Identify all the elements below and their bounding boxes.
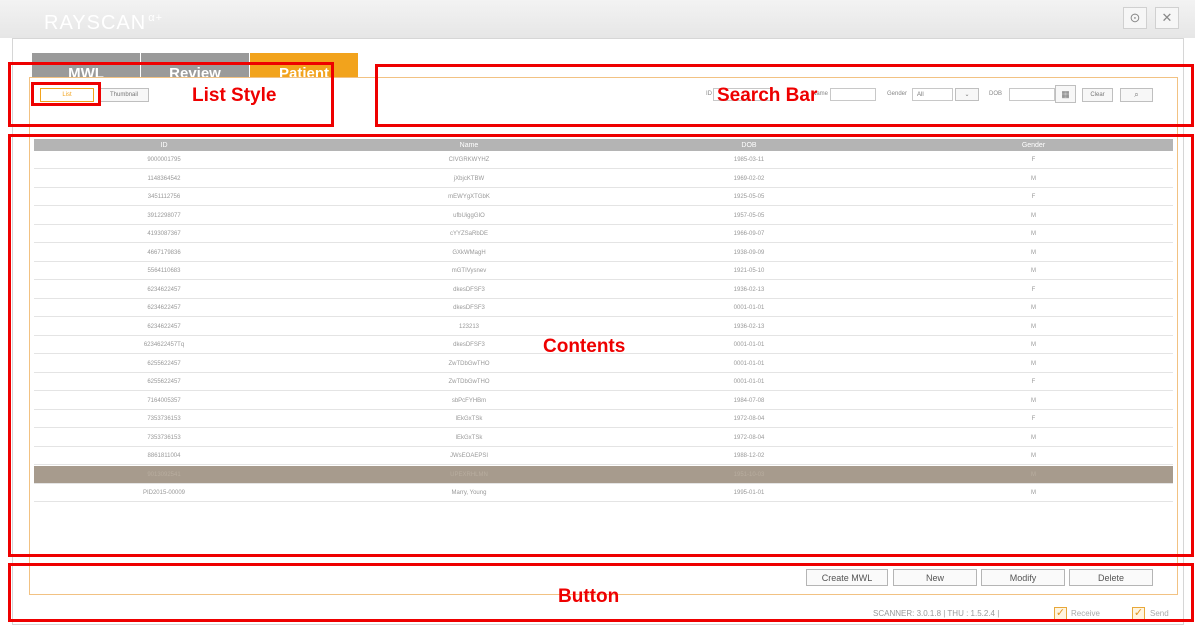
close-icon[interactable]: ✕ (1155, 7, 1179, 29)
list-button-annotation-box (31, 82, 101, 106)
title-bar: RAYSCAN α+ ⊙ ✕ (0, 0, 1195, 38)
search-bar-annotation-label: Search Bar (717, 85, 818, 106)
contents-annotation-label: Contents (543, 336, 626, 357)
settings-icon[interactable]: ⊙ (1123, 7, 1147, 29)
app-logo: RAYSCAN α+ (44, 12, 164, 34)
list-style-annotation-label: List Style (192, 85, 277, 106)
button-annotation-label: Button (558, 586, 620, 607)
